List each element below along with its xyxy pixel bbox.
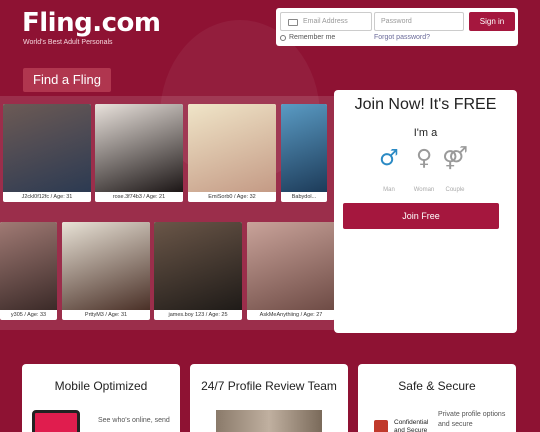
sign-in-button[interactable]: Sign in [469,12,515,31]
profile-photo[interactable] [281,104,327,192]
join-panel: Join Now! It's FREE I'm a ♂ ♀ ⚤ Man Woma… [334,90,517,333]
profile-caption: rose.3f74b3 / Age: 21 [112,194,166,200]
feature-mobile: Mobile Optimized See who's online, send [22,364,180,432]
profile-card[interactable]: y305 / Age: 33 [0,222,57,320]
profile-caption: J2ckl0f12fc / Age: 31 [21,194,73,200]
profile-grid: J2ckl0f12fc / Age: 31 rose.3f74b3 / Age:… [0,96,340,330]
profile-caption: Babydol... [291,194,317,200]
security-badge-text: Confidential and Secure [394,419,429,432]
profile-photo[interactable] [62,222,150,310]
remember-me[interactable]: Remember me [280,34,335,41]
couple-option-label[interactable]: Couple [435,187,475,193]
im-a-label: I'm a [413,127,438,139]
feature-safe-secure: Safe & Secure Confidential and Secure Pr… [358,364,516,432]
join-free-button[interactable]: Join Free [343,203,499,229]
site-logo[interactable]: Fling.com [22,8,161,38]
profile-card[interactable]: Babydol... [281,104,327,202]
profile-card[interactable]: J2ckl0f12fc / Age: 31 [3,104,91,202]
profile-card[interactable]: PrttyM3 / Age: 31 [62,222,150,320]
remember-checkbox[interactable] [280,34,286,41]
profile-caption: AskMeAnythiing / Age: 27 [259,312,323,318]
team-photo [216,410,322,432]
feature-title: Safe & Secure [398,379,476,393]
profile-caption: PrttyM3 / Age: 31 [84,312,128,318]
password-placeholder: Password [381,18,412,25]
profile-photo[interactable] [188,104,276,192]
email-field[interactable]: Email Address [280,12,372,31]
feature-title: Mobile Optimized [54,379,148,393]
man-option-label[interactable]: Man [369,187,409,193]
feature-text: Private profile options and secure [438,411,506,428]
profile-caption: james.boy 123 / Age: 25 [168,312,228,318]
couple-icon[interactable]: ⚤ [440,146,470,172]
password-field[interactable]: Password [374,12,464,31]
join-title: Join Now! It's FREE [354,96,497,113]
female-icon[interactable]: ♀ [409,146,439,172]
profile-card[interactable]: james.boy 123 / Age: 25 [154,222,242,320]
phone-image [32,410,80,432]
profile-photo[interactable] [3,104,91,192]
profile-photo[interactable] [154,222,242,310]
profile-caption: EmiSorb0 / Age: 32 [208,194,256,200]
profile-card[interactable]: rose.3f74b3 / Age: 21 [95,104,183,202]
find-a-fling-button[interactable]: Find a Fling [23,68,111,92]
email-placeholder: Email Address [303,18,348,25]
profile-photo[interactable] [0,222,57,310]
forgot-password-link[interactable]: Forgot password? [374,34,430,41]
feature-text: See who's online, send [98,417,170,424]
profile-photo[interactable] [95,104,183,192]
profile-caption: y305 / Age: 33 [10,312,47,318]
lock-icon [374,420,388,432]
feature-review-team: 24/7 Profile Review Team [190,364,348,432]
profile-card[interactable]: AskMeAnythiing / Age: 27 [247,222,335,320]
site-tagline: World's Best Adult Personals [23,39,113,46]
profile-photo[interactable] [247,222,335,310]
male-icon[interactable]: ♂ [374,146,404,172]
profile-card[interactable]: EmiSorb0 / Age: 32 [188,104,276,202]
login-box: Email Address Password Sign in Remember … [276,8,518,46]
feature-title: 24/7 Profile Review Team [201,379,337,393]
mail-icon [288,19,298,26]
remember-label: Remember me [289,34,336,41]
